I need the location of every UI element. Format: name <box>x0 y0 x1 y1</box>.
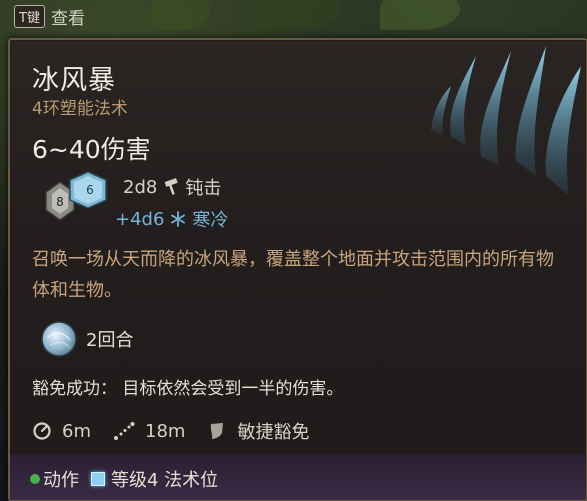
dice-icon: 8 6 <box>45 171 107 221</box>
action-cost: 动作 <box>43 470 79 491</box>
duration-icon <box>41 321 77 357</box>
stat-radius: 6m <box>32 421 91 442</box>
damage-type: 寒冷 <box>192 210 229 231</box>
ice-storm-art-icon <box>431 46 581 196</box>
hammer-icon <box>165 178 179 195</box>
stat-range: 18m <box>113 421 185 442</box>
spell-stats: 6m 18m 敏捷豁免 <box>32 418 331 444</box>
shield-icon <box>211 423 224 439</box>
spell-slot-icon <box>91 472 105 486</box>
spell-cost: 动作 等级4 法术位 <box>30 466 218 492</box>
damage-dice: 2d8 <box>123 176 158 198</box>
d8-face: 8 <box>56 195 64 209</box>
spell-slot-cost: 等级4 法术位 <box>111 470 219 491</box>
stat-save-type: 敏捷豁免 <box>207 418 309 444</box>
background-foliage <box>380 0 460 30</box>
range-icon <box>114 422 135 440</box>
spell-description: 召唤一场从天而降的冰风暴，覆盖整个地面并攻击范围内的所有物体和生物。 <box>32 249 554 301</box>
saving-throw-info: 豁免成功： 目标依然会受到一半的伤害。 <box>32 379 344 399</box>
damage-row-cold: +4d6 寒冷 <box>115 206 228 232</box>
game-scene: T键 查看 冰风暴 4环塑能法术 6~40伤害 8 6 2d8 钝击 +4d6 … <box>0 0 587 501</box>
damage-row-bludgeoning: 2d8 钝击 <box>123 174 221 200</box>
background-foliage <box>250 0 340 30</box>
spell-level-school: 4环塑能法术 <box>32 99 128 119</box>
spell-duration: 2回合 <box>86 330 134 351</box>
save-type-value: 敏捷豁免 <box>237 422 310 443</box>
damage-dice: +4d6 <box>115 208 165 230</box>
spell-name: 冰风暴 <box>32 65 116 96</box>
snowflake-icon <box>171 211 186 227</box>
radius-icon <box>33 422 51 440</box>
inspect-label: 查看 <box>50 9 85 29</box>
damage-type: 钝击 <box>185 178 222 199</box>
d6-face: 6 <box>86 183 94 197</box>
radius-value: 6m <box>62 420 91 442</box>
action-dot-icon <box>30 474 40 484</box>
damage-range: 6~40伤害 <box>32 135 151 164</box>
inspect-hint[interactable]: T键 查看 <box>14 4 85 29</box>
keybind-badge: T键 <box>14 5 45 28</box>
spell-tooltip: 冰风暴 4环塑能法术 6~40伤害 8 6 2d8 钝击 +4d6 寒冷 召唤一… <box>8 38 587 501</box>
background-foliage <box>150 0 210 30</box>
range-value: 18m <box>145 420 186 442</box>
